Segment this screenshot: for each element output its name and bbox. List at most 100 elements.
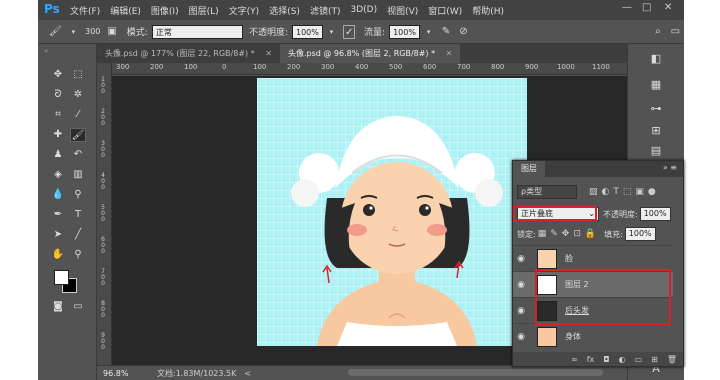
new-layer-icon[interactable]: ⊞ [651, 355, 658, 364]
lock-position-icon[interactable]: ✥ [562, 229, 570, 239]
close-icon[interactable]: ✕ [265, 49, 272, 58]
type-tool-icon[interactable]: T [70, 208, 86, 222]
move-tool-icon[interactable]: ✥ [50, 68, 66, 82]
eraser-tool-icon[interactable]: ◈ [50, 168, 66, 182]
shape-filter-icon[interactable]: ⬚ [623, 187, 632, 197]
minimize-button[interactable]: — [622, 2, 632, 13]
scroll-left-arrow[interactable]: < [244, 369, 251, 378]
lasso-tool-icon[interactable]: ᘐ [50, 88, 66, 102]
zoom-tool-icon[interactable]: ⚲ [70, 248, 86, 262]
pressure-opacity-icon[interactable]: ✓ [343, 24, 356, 39]
brush-size-picker[interactable]: 300 [82, 24, 104, 39]
color-panel-icon[interactable]: ◧ [648, 52, 664, 66]
layer-row-body[interactable]: ◉ 身体 [513, 323, 673, 349]
history-panel-icon[interactable]: ▤ [648, 144, 664, 158]
history-brush-tool-icon[interactable]: ↶ [70, 148, 86, 162]
lock-pixels-icon[interactable]: ✎ [550, 229, 558, 239]
type-filter-icon[interactable]: T [613, 187, 619, 197]
pixel-filter-icon[interactable]: ▨ [589, 187, 598, 197]
pressure-size-icon[interactable]: ⊘ [458, 25, 469, 39]
search-icon[interactable]: ⌕ [652, 25, 663, 39]
opacity-input[interactable]: 100% [291, 24, 323, 39]
fill-input[interactable]: 100% [624, 227, 656, 241]
group-icon[interactable]: ▭ [635, 355, 643, 364]
adjustments-panel-icon[interactable]: ⊶ [648, 102, 664, 116]
eyedropper-tool-icon[interactable]: ⁄ [70, 108, 86, 122]
eye-icon[interactable]: ◉ [513, 254, 529, 264]
menu-3d[interactable]: 3D(D) [350, 5, 377, 15]
flow-label: 流量: [364, 28, 386, 38]
line-tool-icon[interactable]: ╱ [70, 228, 86, 242]
layer-name[interactable]: 脸 [565, 253, 573, 264]
menu-filter[interactable]: 滤镜(T) [310, 4, 341, 17]
menu-view[interactable]: 视图(V) [387, 4, 418, 17]
lock-transparent-icon[interactable]: ▦ [538, 229, 547, 239]
eye-icon[interactable]: ◉ [513, 306, 529, 316]
crop-tool-icon[interactable]: ⌗ [50, 108, 66, 122]
document-canvas[interactable] [257, 78, 527, 346]
workspace-icon[interactable]: ▭ [670, 25, 681, 39]
eye-icon[interactable]: ◉ [513, 332, 529, 342]
hand-tool-icon[interactable]: ✋ [50, 248, 66, 262]
menu-edit[interactable]: 编辑(E) [110, 4, 141, 17]
gradient-tool-icon[interactable]: ▥ [70, 168, 86, 182]
brush-panel-icon[interactable]: ▣ [106, 25, 117, 39]
screen-mode-icon[interactable]: ▭ [70, 300, 86, 314]
adjustment-icon[interactable]: ◐ [619, 355, 626, 364]
marquee-tool-icon[interactable]: ⬚ [70, 68, 86, 82]
menu-icon[interactable]: ≡ [670, 163, 677, 172]
tab-layers[interactable]: 图层 [513, 161, 545, 177]
smart-object-filter-icon[interactable]: ▣ [635, 187, 644, 197]
quick-select-tool-icon[interactable]: ✲ [70, 88, 86, 102]
collapse-icon[interactable]: » [663, 163, 668, 172]
swatches-panel-icon[interactable]: ▦ [648, 78, 664, 92]
close-button[interactable]: ✕ [664, 2, 672, 13]
mode-select[interactable]: 正常 [151, 24, 243, 39]
adjustment-filter-icon[interactable]: ◐ [602, 187, 610, 197]
foreground-color-swatch[interactable] [54, 270, 69, 285]
styles-panel-icon[interactable]: ⊞ [648, 124, 664, 138]
layer-row-face[interactable]: ◉ 脸 [513, 245, 673, 271]
dodge-tool-icon[interactable]: ⚲ [70, 188, 86, 202]
airbrush-icon[interactable]: ✎ [440, 25, 451, 39]
link-icon[interactable]: ∞ [571, 355, 578, 364]
lock-all-icon[interactable]: 🔒 [585, 229, 596, 239]
menu-file[interactable]: 文件(F) [70, 4, 100, 17]
menu-layer[interactable]: 图层(L) [189, 4, 219, 17]
document-size[interactable]: 文档:1.83M/1023.5K [157, 368, 236, 379]
panel-menu-icon[interactable]: » ≡ [663, 163, 677, 172]
flow-input[interactable]: 100% [389, 24, 420, 39]
path-selection-tool-icon[interactable]: ➤ [50, 228, 66, 242]
horizontal-scrollbar[interactable] [348, 369, 603, 376]
trash-icon[interactable]: 🗑 [667, 355, 677, 364]
menu-type[interactable]: 文字(Y) [229, 4, 260, 17]
chevron-down-icon[interactable]: ▾ [423, 25, 434, 39]
quick-mask-icon[interactable]: ◙ [50, 300, 66, 314]
panel-grip-icon[interactable]: « [44, 47, 48, 55]
zoom-level[interactable]: 96.8% [103, 369, 133, 378]
healing-brush-tool-icon[interactable]: ✚ [50, 128, 66, 142]
menu-window[interactable]: 窗口(W) [428, 4, 462, 17]
fx-icon[interactable]: fx [587, 355, 595, 364]
clone-stamp-tool-icon[interactable]: ♟ [50, 148, 66, 162]
chevron-down-icon[interactable]: ▾ [68, 25, 79, 39]
tab-document-96[interactable]: 头像.psd @ 96.8% (图层 2, RGB/8#) * ✕ [279, 44, 461, 63]
blur-tool-icon[interactable]: 💧 [50, 188, 66, 202]
maximize-button[interactable]: □ [642, 2, 651, 13]
close-icon[interactable]: ✕ [446, 49, 453, 58]
filter-toggle-icon[interactable]: ● [648, 187, 656, 197]
menu-help[interactable]: 帮助(H) [472, 4, 504, 17]
brush-tool-icon[interactable]: 🖌 [49, 25, 62, 39]
layer-opacity-input[interactable]: 100% [639, 207, 671, 221]
filter-kind-select[interactable]: ρ类型 [517, 185, 577, 199]
brush-tool-icon[interactable]: 🖌 [70, 128, 86, 142]
artboard-lock-icon[interactable]: ⊡ [573, 229, 581, 239]
eye-icon[interactable]: ◉ [513, 280, 529, 290]
chevron-down-icon[interactable]: ▾ [326, 25, 337, 39]
pen-tool-icon[interactable]: ✒ [50, 208, 66, 222]
layer-name[interactable]: 身体 [565, 331, 581, 342]
menu-select[interactable]: 选择(S) [269, 4, 300, 17]
menu-image[interactable]: 图像(I) [151, 4, 179, 17]
mask-icon[interactable]: ◘ [603, 355, 609, 364]
tab-document-177[interactable]: 头像.psd @ 177% (图层 22, RGB/8#) * ✕ [97, 44, 280, 63]
